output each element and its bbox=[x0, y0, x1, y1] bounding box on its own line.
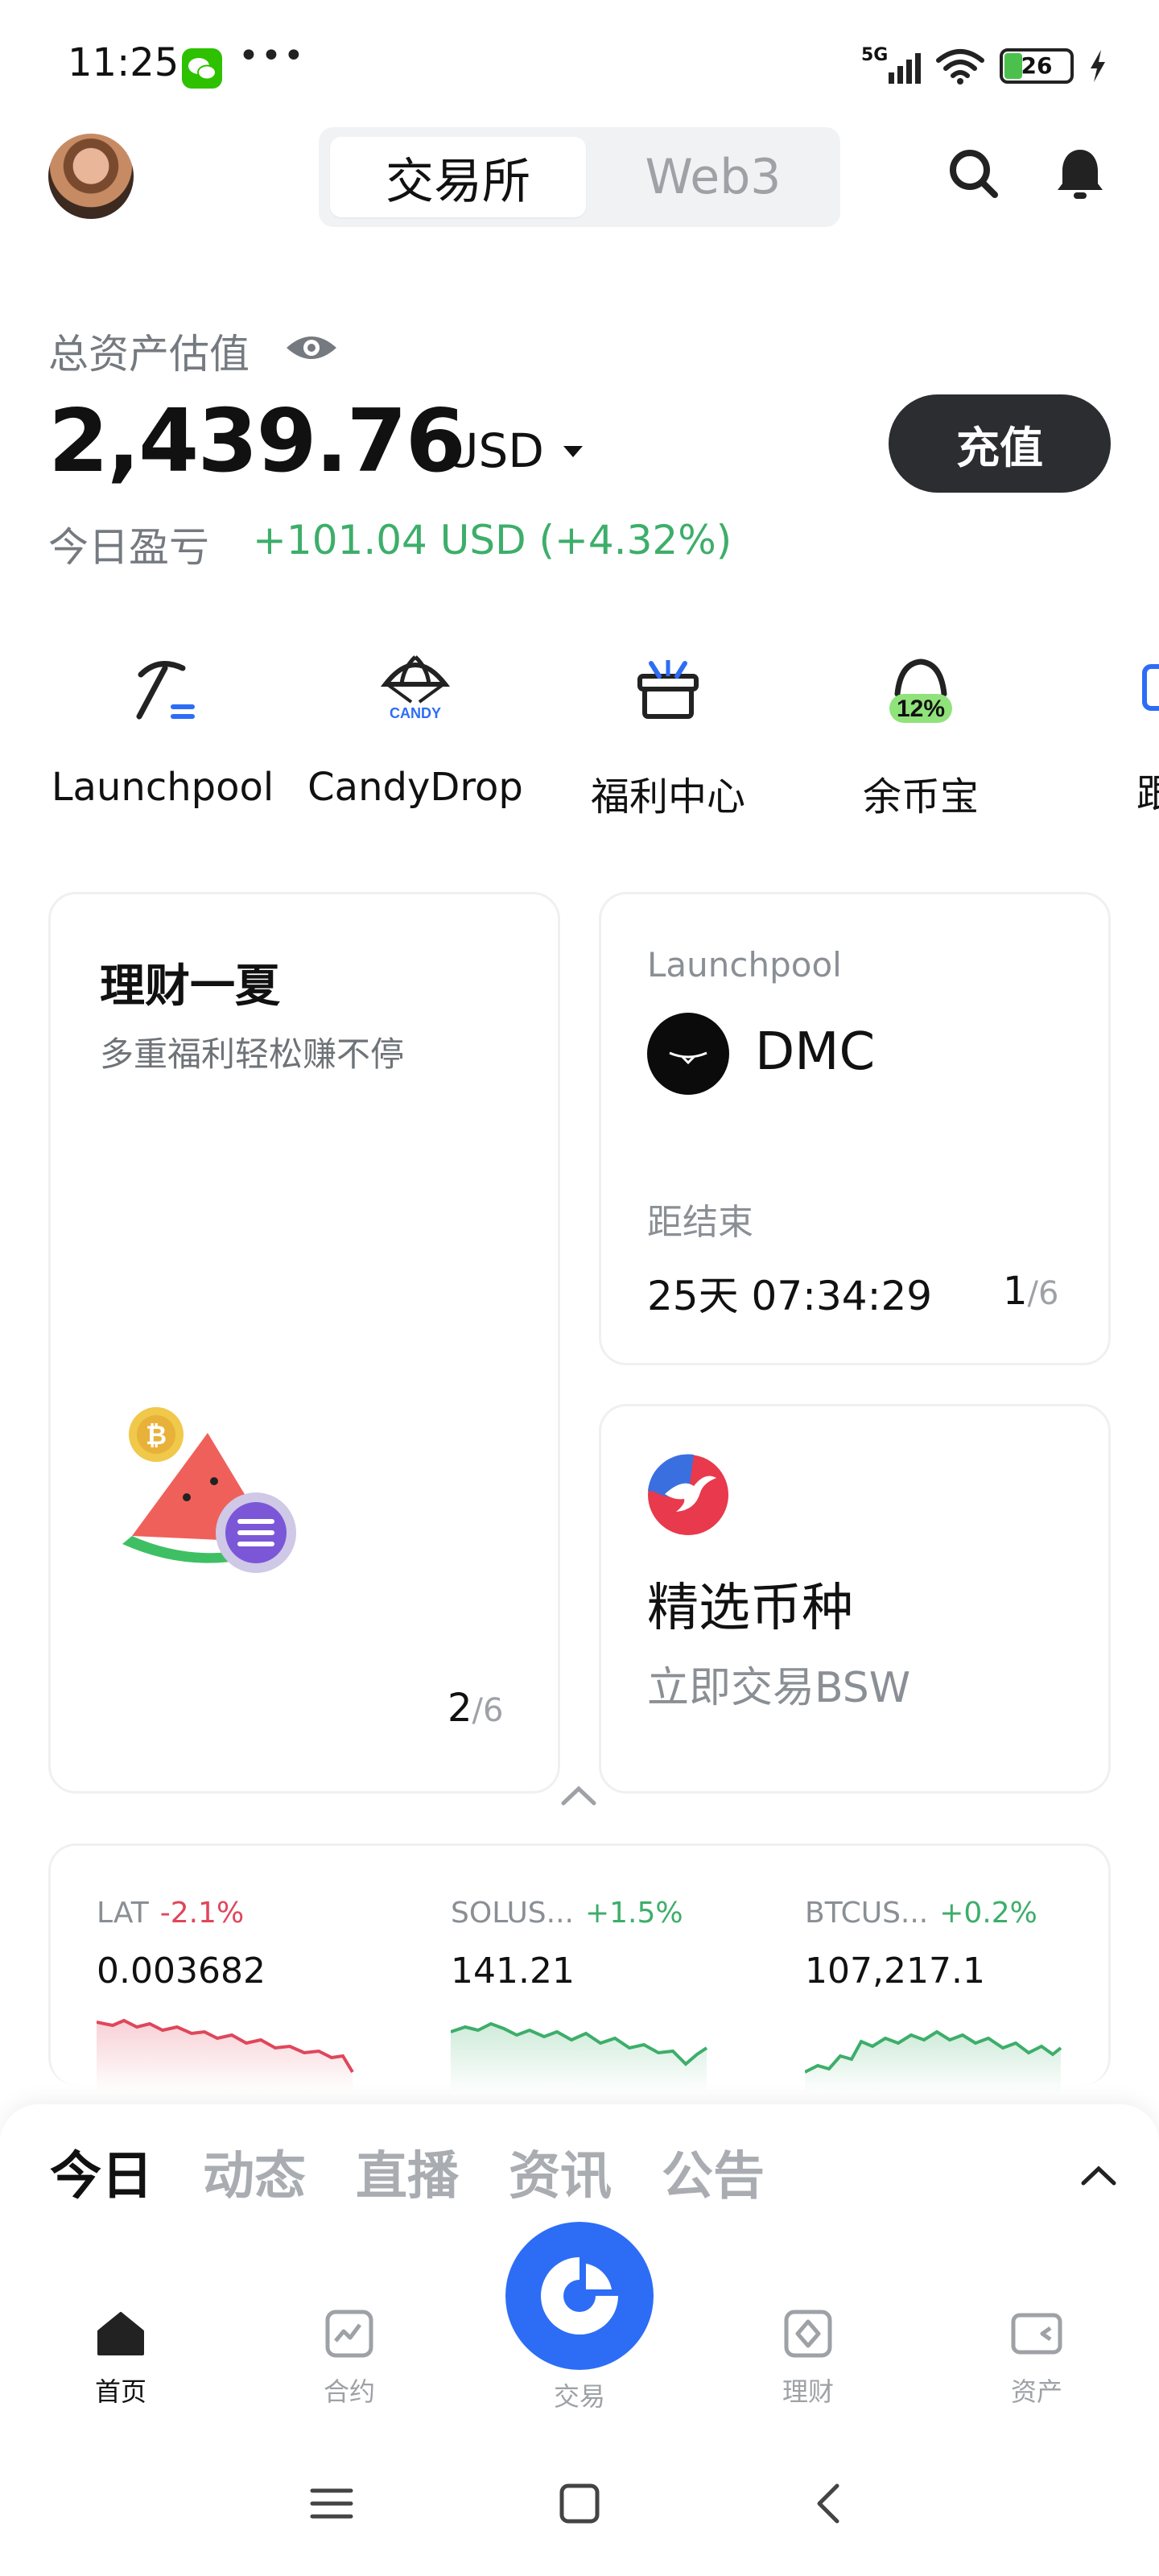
ticker-solusdt[interactable]: SOLUS... +1.5% 141.21 bbox=[451, 1897, 773, 1992]
nav-futures[interactable]: 合约 bbox=[269, 2307, 430, 2409]
quicknav-label: 余币宝 bbox=[862, 774, 979, 819]
ticker-price: 0.003682 bbox=[97, 1951, 266, 1992]
dmc-logo-icon bbox=[647, 1013, 729, 1095]
chevron-up-icon[interactable] bbox=[1079, 2162, 1119, 2188]
futures-chart-icon bbox=[325, 2310, 373, 2358]
status-icons: 5G 26 bbox=[861, 45, 1107, 87]
nav-label: 资产 bbox=[1010, 2376, 1062, 2407]
daily-pnl-label: 今日盈亏 bbox=[48, 524, 209, 571]
sparkline-lat bbox=[97, 2018, 354, 2093]
promo-pager-total: /6 bbox=[472, 1692, 504, 1729]
earn-icon bbox=[784, 2310, 832, 2358]
sparkline-sol bbox=[451, 2021, 708, 2093]
trade-icon bbox=[541, 2257, 618, 2334]
countdown-value: 25天 07:34:29 bbox=[647, 1273, 933, 1319]
quicknav-label: 福利中心 bbox=[590, 774, 745, 819]
ticker-change: +1.5% bbox=[584, 1897, 683, 1930]
battery-level: 26 bbox=[1021, 52, 1053, 79]
battery-icon: 26 bbox=[1000, 48, 1074, 84]
quicknav-rewards-center[interactable]: 福利中心 bbox=[547, 652, 789, 821]
tab-today[interactable]: 今日 bbox=[50, 2135, 153, 2209]
launchpool-pager: 1/6 bbox=[1003, 1269, 1058, 1314]
featured-subtitle: 立即交易BSW bbox=[647, 1664, 911, 1712]
total-assets-value: 2,439.76 bbox=[48, 391, 466, 492]
daily-pnl-value: +101.04 USD (+4.32%) bbox=[253, 517, 732, 564]
feed-tabs: 今日 动态 直播 资讯 公告 bbox=[50, 2135, 765, 2209]
wechat-notification-icon bbox=[182, 48, 222, 89]
ticker-name: LAT bbox=[97, 1897, 149, 1930]
home-square-icon[interactable] bbox=[555, 2479, 604, 2528]
avatar[interactable] bbox=[48, 134, 134, 219]
nav-assets[interactable]: 资产 bbox=[956, 2307, 1117, 2409]
wallet-icon bbox=[1011, 2313, 1062, 2355]
currency-selector[interactable]: USD bbox=[444, 423, 544, 478]
ticker-name: SOLUS... bbox=[451, 1897, 574, 1930]
bell-icon[interactable] bbox=[1048, 142, 1112, 206]
tab-live[interactable]: 直播 bbox=[356, 2135, 459, 2209]
chevron-down-icon[interactable] bbox=[563, 446, 583, 457]
copy-trade-icon bbox=[1142, 664, 1159, 711]
ticker-price: 107,217.1 bbox=[805, 1951, 985, 1992]
watermelon-illustration: ₿ bbox=[122, 1407, 296, 1573]
ticker-change: -2.1% bbox=[159, 1897, 245, 1930]
quicknav-candydrop[interactable]: CANDY CandyDrop bbox=[295, 652, 536, 810]
search-icon[interactable] bbox=[942, 142, 1006, 206]
tab-news[interactable]: 资讯 bbox=[509, 2135, 612, 2209]
total-assets-label: 总资产估值 bbox=[48, 331, 250, 378]
bsw-logo-icon bbox=[648, 1454, 728, 1535]
deposit-button[interactable]: 充值 bbox=[889, 394, 1111, 493]
savings-icon: 12% bbox=[889, 658, 952, 723]
back-icon[interactable] bbox=[805, 2479, 853, 2528]
tab-exchange[interactable]: 交易所 bbox=[330, 137, 586, 217]
candy-parachute-icon: CANDY bbox=[380, 655, 451, 721]
savings-badge: 12% bbox=[897, 696, 945, 722]
pickaxe-icon bbox=[136, 661, 195, 720]
launchpool-pager-current: 1 bbox=[1003, 1269, 1028, 1314]
ticker-change: +0.2% bbox=[939, 1897, 1037, 1930]
svg-text:₿: ₿ bbox=[146, 1421, 167, 1450]
eye-icon[interactable] bbox=[283, 330, 340, 365]
launchpool-token: DMC bbox=[755, 1022, 876, 1082]
trade-button[interactable] bbox=[505, 2222, 654, 2370]
gift-icon bbox=[637, 660, 699, 719]
status-time: 11:25 bbox=[68, 40, 179, 85]
svg-text:CANDY: CANDY bbox=[390, 705, 441, 721]
tab-web3[interactable]: Web3 bbox=[586, 137, 840, 217]
charging-icon bbox=[1091, 50, 1105, 82]
launchpool-label: Launchpool bbox=[647, 945, 842, 985]
promo-pager-current: 2 bbox=[448, 1686, 472, 1731]
promo-title: 理财一夏 bbox=[100, 960, 280, 1013]
sparkline-btc bbox=[805, 2029, 1062, 2093]
network-type: 5G bbox=[861, 45, 889, 65]
nav-label: 交易 bbox=[553, 2381, 605, 2412]
promo-subtitle: 多重福利轻松赚不停 bbox=[100, 1034, 405, 1074]
launchpool-pager-total: /6 bbox=[1027, 1275, 1059, 1312]
tab-activity[interactable]: 动态 bbox=[203, 2135, 306, 2209]
nav-earn[interactable]: 理财 bbox=[728, 2307, 889, 2409]
quicknav-label: CandyDrop bbox=[307, 765, 523, 810]
nav-label: 首页 bbox=[94, 2376, 146, 2407]
ticker-lat[interactable]: LAT -2.1% 0.003682 bbox=[97, 1897, 419, 1992]
home-icon bbox=[97, 2312, 144, 2355]
nav-label: 理财 bbox=[782, 2376, 834, 2407]
ticker-name: BTCUS... bbox=[805, 1897, 929, 1930]
quicknav-launchpool[interactable]: Launchpool bbox=[42, 652, 283, 810]
nav-home[interactable]: 首页 bbox=[40, 2307, 201, 2409]
promo-pager: 2/6 bbox=[448, 1686, 503, 1731]
more-notifications-icon: ••• bbox=[238, 35, 306, 76]
quicknav-label: 跟 bbox=[1136, 771, 1159, 816]
quicknav-savings[interactable]: 12% 余币宝 bbox=[800, 652, 1041, 821]
ticker-price: 141.21 bbox=[451, 1951, 575, 1992]
wifi-icon bbox=[936, 49, 984, 85]
countdown-label: 距结束 bbox=[647, 1202, 753, 1243]
quicknav-copy-trade[interactable]: 跟 bbox=[1053, 652, 1159, 818]
ticker-btcusdt[interactable]: BTCUS... +0.2% 107,217.1 bbox=[805, 1897, 1127, 1992]
chevron-up-icon[interactable] bbox=[559, 1782, 599, 1808]
signal-icon: 5G bbox=[861, 45, 921, 84]
nav-label: 合约 bbox=[323, 2376, 375, 2407]
featured-title: 精选币种 bbox=[647, 1579, 853, 1638]
tab-announcements[interactable]: 公告 bbox=[662, 2135, 765, 2209]
menu-icon[interactable] bbox=[307, 2479, 356, 2528]
quicknav-label: Launchpool bbox=[51, 765, 274, 810]
